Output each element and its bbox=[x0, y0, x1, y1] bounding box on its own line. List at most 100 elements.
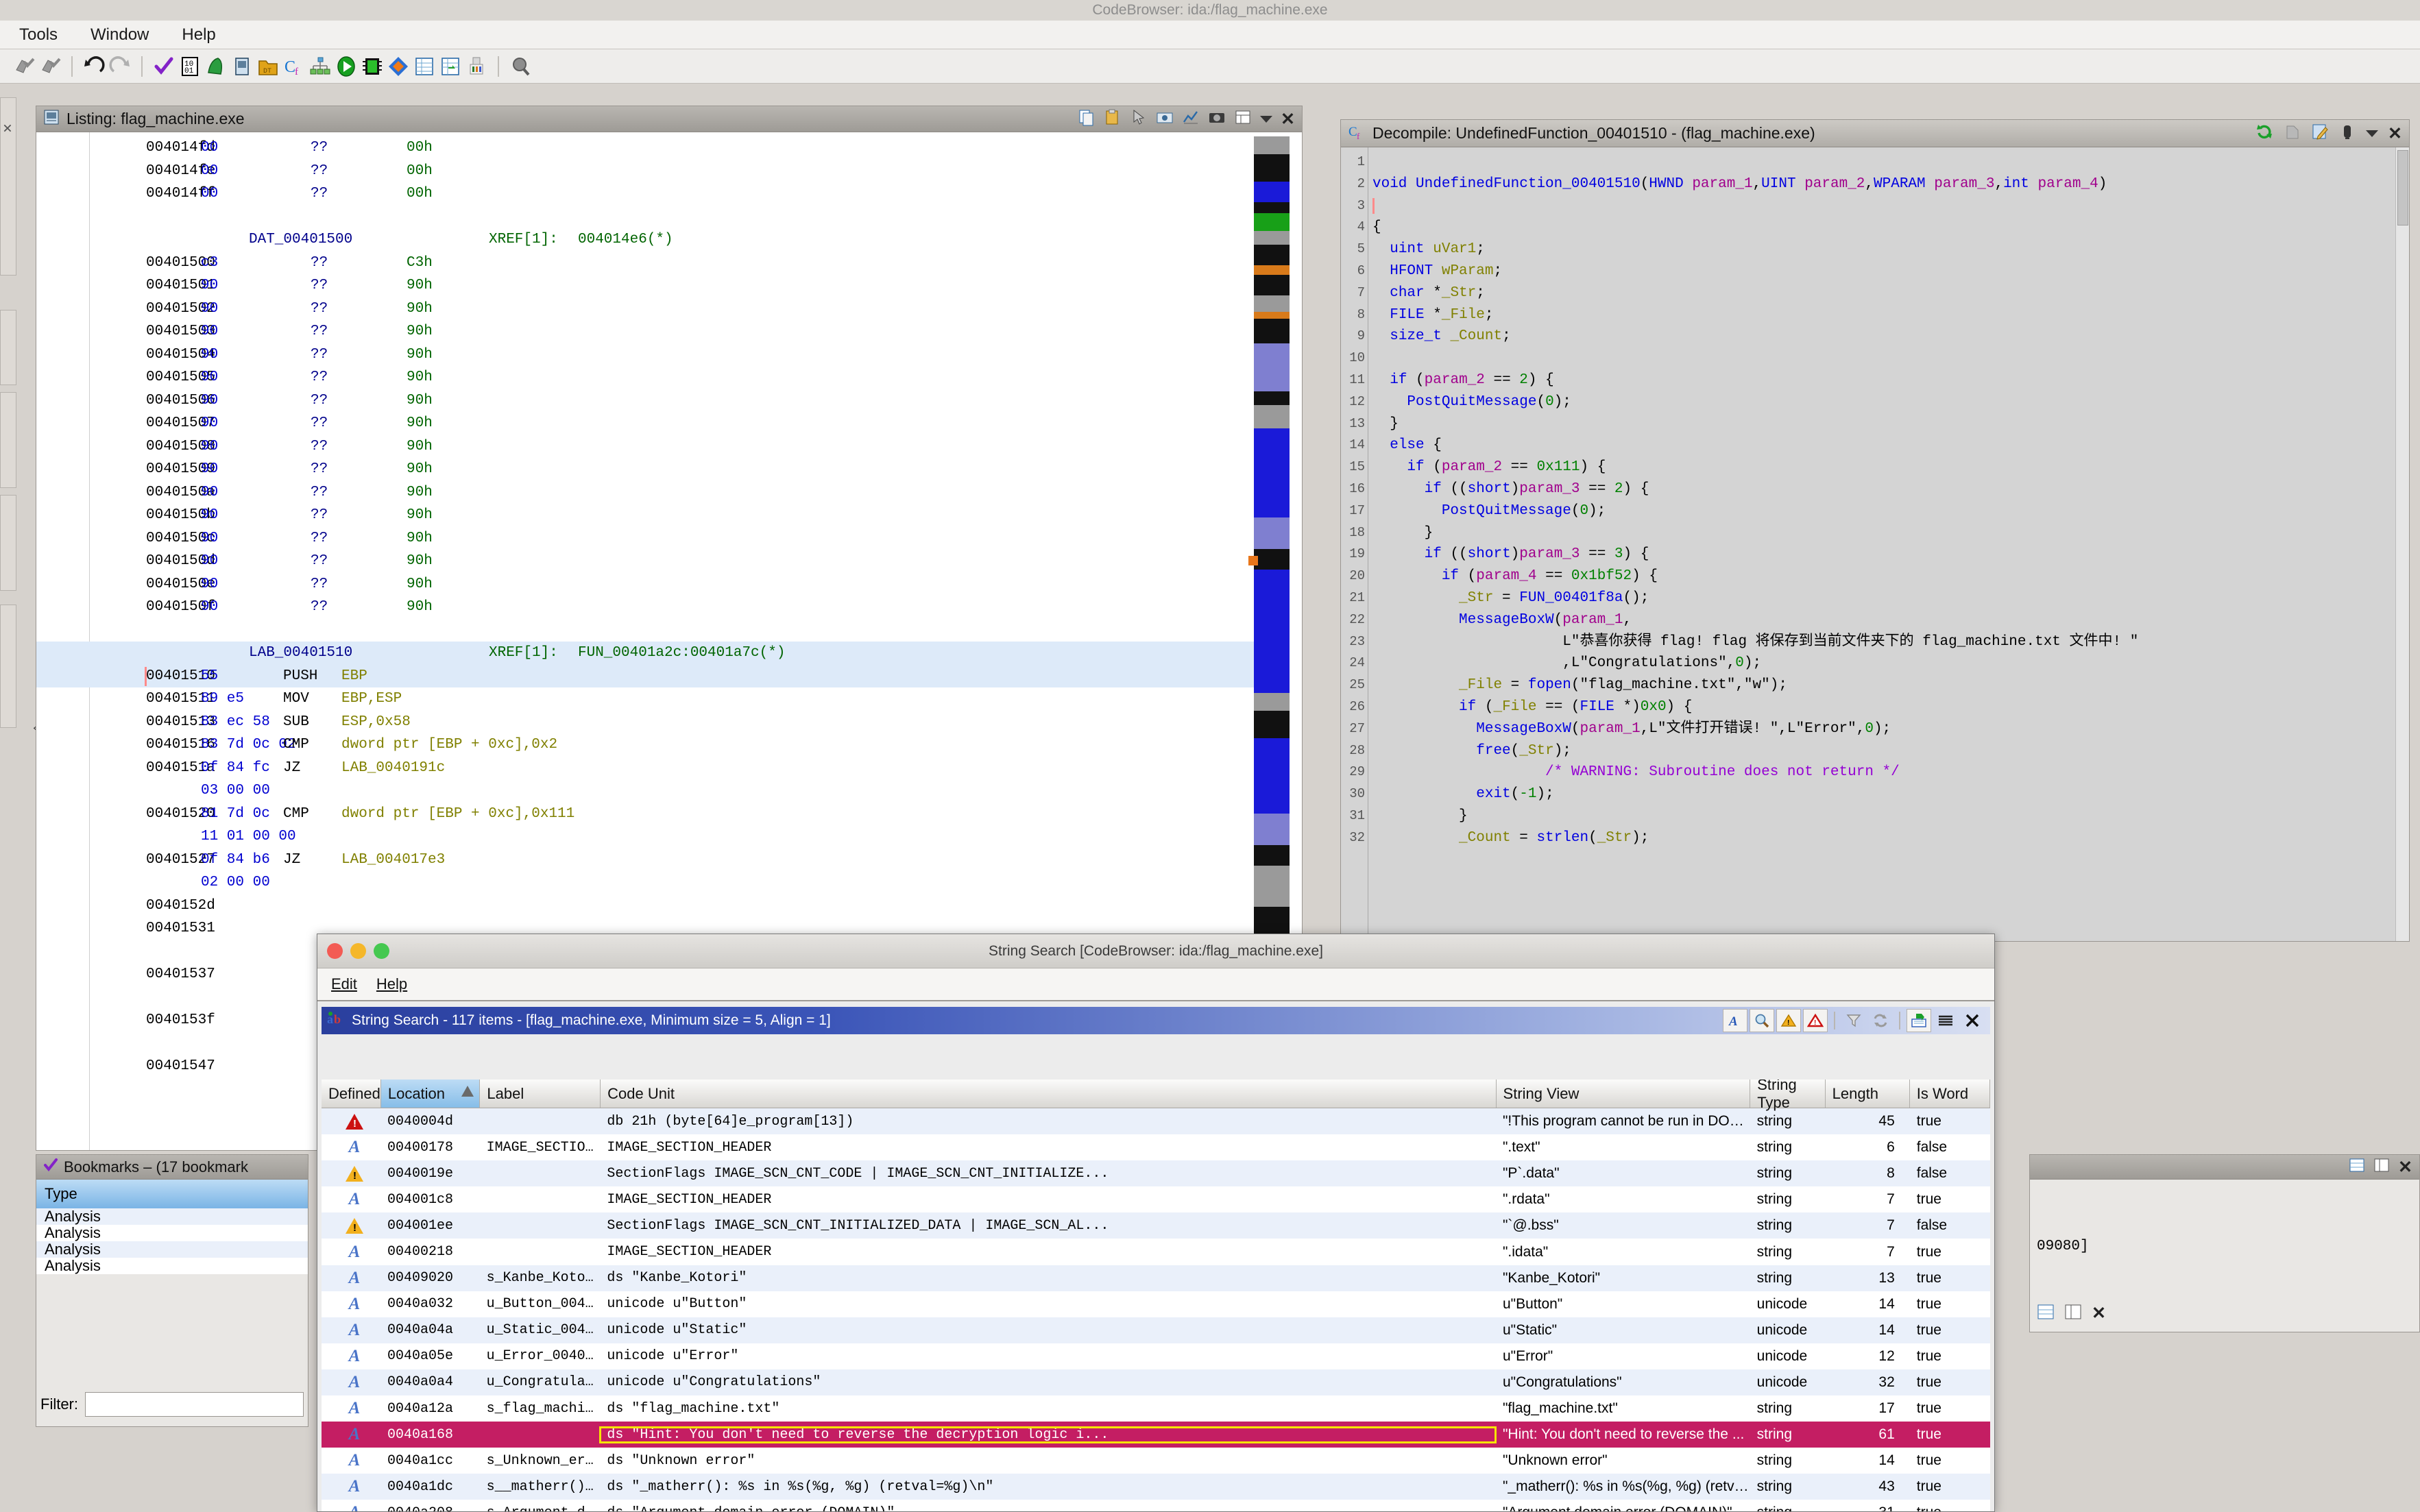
listing-row[interactable]: 004014fd 00?? 00h bbox=[36, 136, 1254, 160]
listing-xref-value[interactable]: FUN_00401a2c:00401a7c(*) bbox=[578, 642, 785, 665]
column-header-string-type[interactable]: String Type bbox=[1750, 1080, 1826, 1111]
table-row[interactable]: A 00400178IMAGE_SECTION_HE...IMAGE_SECTIO… bbox=[322, 1134, 1990, 1161]
cell-code-unit[interactable]: ds "Hint: You don't need to reverse the … bbox=[599, 1426, 1497, 1443]
decompiler-line[interactable]: PostQuitMessage(0); bbox=[1372, 391, 2394, 413]
decompiler-line[interactable]: if (param_2 == 2) { bbox=[1372, 369, 2394, 391]
search-icon[interactable] bbox=[1750, 1009, 1774, 1032]
listing-row[interactable]: 0040152d bbox=[36, 894, 1254, 918]
bookmark-row[interactable]: Analysis bbox=[36, 1241, 308, 1258]
cell-code-unit[interactable]: IMAGE_SECTION_HEADER bbox=[600, 1140, 1496, 1156]
table-row[interactable]: A 0040a1dcs__matherr():_%s_in_...ds "_mat… bbox=[322, 1474, 1990, 1500]
bookmarks-column-header-type[interactable]: Type bbox=[36, 1180, 308, 1208]
cell-location[interactable]: 0040a0a4 bbox=[380, 1374, 480, 1390]
listing-row[interactable]: 00401520 81 7d 0c CMP dword ptr [EBP + 0xc]… bbox=[36, 803, 1254, 826]
undo-icon[interactable] bbox=[82, 55, 106, 78]
snapshot-icon[interactable] bbox=[2338, 123, 2356, 145]
menu-window[interactable]: Window bbox=[86, 23, 153, 47]
layout-icon[interactable] bbox=[1234, 108, 1252, 130]
cell-location[interactable]: 0040a1cc bbox=[380, 1453, 480, 1469]
listing-row[interactable]: 0040150a 90?? 90h bbox=[36, 481, 1254, 504]
listing-row[interactable]: LAB_00401510 XREF[1]: FUN_00401a2c:00401a7… bbox=[36, 642, 1254, 665]
decompiler-line[interactable]: if (_File == (FILE *)0x0) { bbox=[1372, 696, 2394, 718]
listing-operand[interactable]: ESP,0x58 bbox=[341, 711, 411, 734]
refresh-icon[interactable] bbox=[1868, 1009, 1893, 1032]
bookmarks-rows[interactable]: Analysis Analysis Analysis Analysis bbox=[36, 1208, 308, 1274]
listing-operand[interactable]: LAB_0040191c bbox=[341, 757, 445, 780]
cell-code-unit[interactable]: unicode u"Static" bbox=[600, 1322, 1496, 1338]
warning-icon[interactable]: ! bbox=[1776, 1009, 1801, 1032]
refresh-icon[interactable] bbox=[2255, 122, 2274, 145]
table-row[interactable]: A 0040a12as_flag_machine.txt_...ds "flag_… bbox=[322, 1395, 1990, 1422]
cell-code-unit[interactable]: unicode u"Error" bbox=[600, 1348, 1496, 1364]
decompiler-line[interactable]: L"恭喜你获得 flag! flag 将保存到当前文件夹下的 flag_mach… bbox=[1372, 631, 2394, 653]
listing-operand[interactable]: LAB_004017e3 bbox=[341, 849, 445, 872]
table-rows-icon[interactable] bbox=[1933, 1009, 1958, 1032]
listing-row[interactable]: 0040151a 0f 84 fc JZ LAB_0040191c bbox=[36, 757, 1254, 780]
table-export-icon[interactable] bbox=[439, 55, 462, 78]
filter-icon[interactable] bbox=[1841, 1009, 1866, 1032]
cell-label[interactable]: u_Congratulations_0... bbox=[480, 1374, 601, 1390]
decompiler-line[interactable]: free(_Str); bbox=[1372, 740, 2394, 762]
string-search-titlebar[interactable]: String Search [CodeBrowser: ida:/flag_ma… bbox=[317, 934, 1994, 968]
edit-icon[interactable] bbox=[2311, 123, 2329, 145]
decompiler-line[interactable]: ,L"Congratulations",0); bbox=[1372, 653, 2394, 674]
decompiler-body[interactable]: 1 2 3 4 5 6 7 8 9 10 11 12 13 14 15 16 17 18 19 20 21 22 23 24 2… bbox=[1341, 147, 2409, 941]
checkmark-icon[interactable] bbox=[152, 55, 176, 78]
decompiler-line[interactable]: } bbox=[1372, 805, 2394, 827]
cell-label[interactable]: u_Error_0040a05e bbox=[480, 1348, 601, 1364]
cell-label[interactable]: s__matherr():_%s_in_... bbox=[480, 1479, 601, 1495]
layout-icon[interactable] bbox=[2373, 1157, 2390, 1178]
column-header-string-view[interactable]: String View bbox=[1496, 1080, 1751, 1108]
listing-row[interactable]: 11 01 00 00 bbox=[36, 825, 1254, 849]
bookmarks-filter-input[interactable] bbox=[85, 1392, 304, 1417]
cell-location[interactable]: 004001c8 bbox=[380, 1192, 480, 1208]
cell-label[interactable]: u_Static_0040a04a bbox=[480, 1322, 601, 1338]
table-row[interactable]: 0040019e SectionFlags IMAGE_SCN_CNT_CODE … bbox=[322, 1160, 1990, 1187]
cell-code-unit[interactable]: ds "Kanbe_Kotori" bbox=[600, 1270, 1496, 1286]
column-header-is-word[interactable]: Is Word bbox=[1909, 1080, 1990, 1108]
listing-row[interactable]: 0040150f 90?? 90h bbox=[36, 596, 1254, 619]
listing-row[interactable]: 0040150e 90?? 90h bbox=[36, 573, 1254, 596]
decompiler-line[interactable] bbox=[1372, 195, 2394, 217]
string-search-table-body[interactable]: 0040004d db 21h (byte[64]e_program[13]) "!… bbox=[322, 1108, 1990, 1511]
listing-row[interactable]: DAT_00401500 XREF[1]: 004014e6(*) bbox=[36, 228, 1254, 252]
table-row[interactable]: 0040004d db 21h (byte[64]e_program[13]) "!… bbox=[322, 1108, 1990, 1135]
memory-map-icon[interactable] bbox=[204, 55, 228, 78]
disassemble-icon[interactable] bbox=[361, 55, 384, 78]
decompiler-line[interactable]: } bbox=[1372, 522, 2394, 544]
decompiler-line[interactable]: _Str = FUN_00401f8a(); bbox=[1372, 587, 2394, 609]
cell-location[interactable]: 0040a05e bbox=[380, 1348, 480, 1364]
data-type-manager-icon[interactable] bbox=[230, 55, 254, 78]
cell-location[interactable]: 00400218 bbox=[380, 1244, 480, 1260]
decompiler-line[interactable]: MessageBoxW(param_1, bbox=[1372, 609, 2394, 631]
redo-snapshot-icon[interactable] bbox=[38, 55, 62, 78]
cell-location[interactable]: 0040a12a bbox=[380, 1401, 480, 1417]
decompiler-line[interactable]: uint uVar1; bbox=[1372, 239, 2394, 260]
listing-row[interactable]: 00401503 90?? 90h bbox=[36, 320, 1254, 343]
listing-row[interactable]: 00401500 c3?? C3h bbox=[36, 252, 1254, 275]
listing-row[interactable]: 00401506 90?? 90h bbox=[36, 389, 1254, 413]
cell-code-unit[interactable]: SectionFlags IMAGE_SCN_CNT_CODE | IMAGE_… bbox=[600, 1166, 1496, 1182]
cell-location[interactable]: 0040a032 bbox=[380, 1296, 480, 1312]
left-tab-stub-4[interactable] bbox=[0, 495, 16, 591]
decompiler-line[interactable]: if (param_4 == 0x1bf52) { bbox=[1372, 565, 2394, 587]
decompiler-line[interactable]: _File = fopen("flag_machine.txt","w"); bbox=[1372, 674, 2394, 696]
left-tab-stub-1[interactable]: ✕ bbox=[0, 97, 16, 276]
table-row[interactable]: A0040a05eu_Error_0040a05eunicode u"Error… bbox=[322, 1343, 1990, 1369]
close-icon[interactable]: ✕ bbox=[2398, 1157, 2412, 1178]
cell-code-unit[interactable]: ds "_matherr(): %s in %s(%g, %g) (retval… bbox=[600, 1479, 1496, 1495]
listing-row[interactable]: 00401504 90?? 90h bbox=[36, 343, 1254, 367]
paste-icon[interactable] bbox=[1104, 108, 1122, 130]
cell-code-unit[interactable]: SectionFlags IMAGE_SCN_CNT_INITIALIZED_D… bbox=[600, 1218, 1496, 1234]
listing-label[interactable]: LAB_00401510 bbox=[249, 642, 352, 665]
listing-row[interactable]: 0040150b 90?? 90h bbox=[36, 504, 1254, 527]
cell-location[interactable]: 0040a04a bbox=[380, 1322, 480, 1338]
camera-icon[interactable] bbox=[1208, 108, 1226, 130]
cell-code-unit[interactable]: unicode u"Button" bbox=[600, 1296, 1496, 1312]
undo-snapshot-icon[interactable] bbox=[12, 55, 36, 78]
listing-row[interactable]: 00401513 83 ec 58 SUB ESP,0x58 bbox=[36, 711, 1254, 734]
listing-operand[interactable]: dword ptr [EBP + 0xc],0x2 bbox=[341, 733, 557, 757]
decompiler-line[interactable]: { bbox=[1372, 217, 2394, 239]
graph-icon[interactable] bbox=[1182, 108, 1200, 130]
bookmark-row[interactable]: Analysis bbox=[36, 1208, 308, 1225]
